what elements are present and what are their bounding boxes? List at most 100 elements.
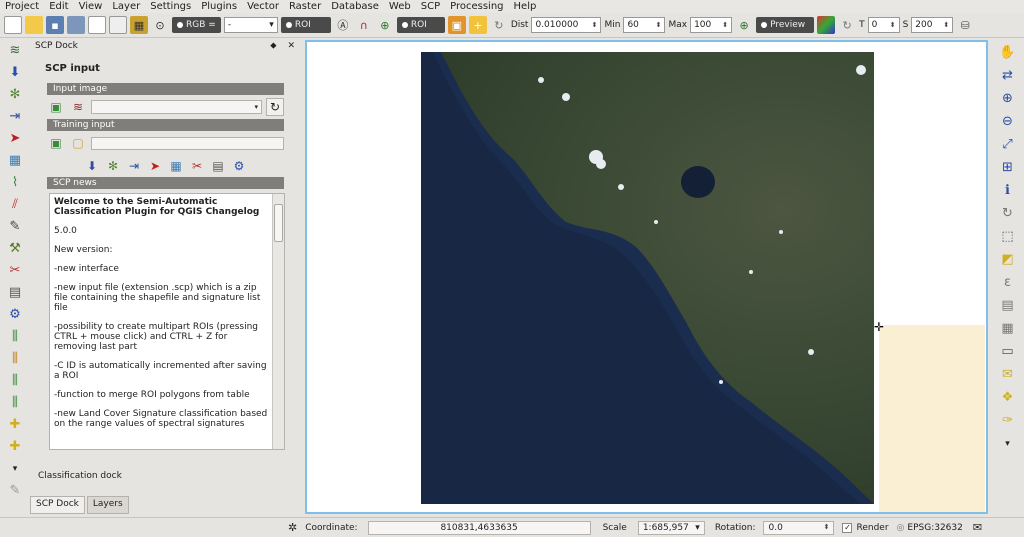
settings-gear-icon[interactable]: ⚙ bbox=[5, 305, 25, 324]
export-icon[interactable]: ➤ bbox=[5, 129, 25, 148]
redo-roi-icon[interactable]: ↻ bbox=[490, 16, 508, 34]
open-project-icon[interactable] bbox=[25, 16, 43, 34]
roi-visibility-toggle[interactable]: ROI bbox=[396, 17, 445, 33]
save-project-icon[interactable]: ▪ bbox=[46, 16, 64, 34]
roi-toggle[interactable]: ROI bbox=[280, 17, 331, 33]
new-training-icon[interactable]: ▢ bbox=[69, 134, 87, 152]
menu-plugins[interactable]: Plugins bbox=[196, 0, 242, 13]
t-spinbox[interactable]: 0 ⬍ bbox=[867, 17, 900, 33]
render-checkbox[interactable]: ✓ bbox=[842, 522, 853, 533]
accuracy-icon[interactable]: ⫼ bbox=[5, 349, 25, 368]
measure-icon[interactable]: ▭ bbox=[998, 342, 1018, 361]
scrollbar-thumb[interactable] bbox=[274, 204, 283, 242]
coordinate-field[interactable]: 810831,4633635 bbox=[367, 520, 591, 535]
refresh-icon[interactable]: ↻ bbox=[998, 204, 1018, 223]
rgb-toggle[interactable]: RGB = bbox=[172, 17, 221, 33]
zoom-to-image-icon[interactable]: ⊙ bbox=[151, 16, 169, 34]
dist-spinbox[interactable]: 0.010000 ⬍ bbox=[531, 17, 602, 33]
add-vector-icon[interactable]: ✚ bbox=[5, 415, 25, 434]
new-project-icon[interactable] bbox=[4, 16, 22, 34]
preprocessing-icon[interactable]: ✻ bbox=[104, 157, 122, 175]
composer-manager-icon[interactable] bbox=[109, 16, 127, 34]
annotation-icon[interactable]: ✑ bbox=[998, 411, 1018, 430]
menu-layer[interactable]: Layer bbox=[107, 0, 145, 13]
preview-toggle[interactable]: Preview bbox=[756, 17, 815, 33]
open-training-icon[interactable]: ▣ bbox=[47, 134, 65, 152]
min-spinbox[interactable]: 60 ⬍ bbox=[623, 17, 666, 33]
postprocessing-icon[interactable]: ▦ bbox=[5, 151, 25, 170]
rotation-spinbox[interactable]: 0.0 ⬍ bbox=[763, 520, 835, 535]
expression-icon[interactable]: ε bbox=[998, 273, 1018, 292]
redo-preview-icon[interactable]: ↻ bbox=[838, 16, 856, 34]
spectral-signature-icon[interactable]: ∩ bbox=[355, 16, 373, 34]
layers-icon[interactable]: ≋ bbox=[5, 41, 25, 60]
land-cover-icon[interactable]: ⫼ bbox=[5, 371, 25, 390]
tools-icon[interactable]: ⚒ bbox=[5, 239, 25, 258]
more-tools-chevron-icon[interactable]: ▾ bbox=[998, 434, 1018, 453]
zoom-preview-icon[interactable]: ⊕ bbox=[735, 16, 753, 34]
attribute-table-icon[interactable]: ▤ bbox=[998, 296, 1018, 315]
pan-hand-icon[interactable]: ✋ bbox=[998, 43, 1018, 62]
menu-help[interactable]: Help bbox=[509, 0, 542, 13]
settings-tools-icon[interactable]: ✂ bbox=[5, 261, 25, 280]
zoom-in-icon[interactable]: ⊕ bbox=[998, 89, 1018, 108]
identify-icon[interactable]: ℹ bbox=[998, 181, 1018, 200]
menu-processing[interactable]: Processing bbox=[445, 0, 508, 13]
postprocessing-icon[interactable]: ▦ bbox=[167, 157, 185, 175]
user-manual-icon[interactable]: ▤ bbox=[5, 283, 25, 302]
field-calculator-icon[interactable]: ▦ bbox=[998, 319, 1018, 338]
tab-scp-dock[interactable]: SCP Dock bbox=[30, 496, 85, 514]
training-input-field[interactable] bbox=[91, 136, 284, 150]
band-set-icon[interactable]: ▦ bbox=[130, 16, 148, 34]
zoom-full-icon[interactable]: ⤢ bbox=[998, 135, 1018, 154]
menu-web[interactable]: Web bbox=[384, 0, 416, 13]
input-image-combo[interactable]: ▾ bbox=[91, 100, 262, 114]
menu-database[interactable]: Database bbox=[326, 0, 384, 13]
menu-edit[interactable]: Edit bbox=[44, 0, 73, 13]
menu-project[interactable]: Project bbox=[0, 0, 44, 13]
download-icon[interactable]: ⬇ bbox=[5, 63, 25, 82]
roi-pointer-icon[interactable]: Ⓐ bbox=[334, 16, 352, 34]
user-manual-icon[interactable]: ▤ bbox=[209, 157, 227, 175]
news-scrollbar[interactable] bbox=[272, 194, 284, 449]
classification-dock-label[interactable]: Classification dock bbox=[38, 471, 122, 481]
zoom-roi-icon[interactable]: ⊕ bbox=[376, 16, 394, 34]
menu-settings[interactable]: Settings bbox=[145, 0, 196, 13]
close-icon[interactable]: ✕ bbox=[287, 41, 295, 51]
crs-label[interactable]: EPSG:32632 bbox=[907, 523, 962, 533]
scale-combo[interactable]: 1:685,957 ▾ bbox=[637, 520, 705, 535]
save-as-icon[interactable] bbox=[67, 16, 85, 34]
preprocessing-icon[interactable]: ✻ bbox=[5, 85, 25, 104]
menu-raster[interactable]: Raster bbox=[284, 0, 326, 13]
tab-layers[interactable]: Layers bbox=[86, 496, 129, 514]
export-icon[interactable]: ➤ bbox=[146, 157, 164, 175]
pan-to-selection-icon[interactable]: ⇄ bbox=[998, 66, 1018, 85]
add-roi-icon[interactable]: + bbox=[468, 16, 487, 34]
download-icon[interactable]: ⬇ bbox=[83, 157, 101, 175]
import-icon[interactable]: ⇥ bbox=[5, 107, 25, 126]
dock-float-icon[interactable]: ⬥ bbox=[270, 41, 276, 51]
select-by-expression-icon[interactable]: ◩ bbox=[998, 250, 1018, 269]
new-print-composer-icon[interactable] bbox=[88, 16, 106, 34]
batch-icon[interactable]: ✎ bbox=[5, 217, 25, 236]
classification-preview-icon[interactable] bbox=[817, 16, 836, 34]
band-calc-icon[interactable]: ⌇ bbox=[5, 173, 25, 192]
select-features-icon[interactable]: ⬚ bbox=[998, 227, 1018, 246]
spectral-plot-icon[interactable]: ⫽ bbox=[5, 195, 25, 214]
rgb-combo[interactable]: - ▾ bbox=[223, 17, 278, 33]
band-set-icon[interactable]: ≋ bbox=[69, 98, 87, 116]
refresh-icon[interactable]: ↻ bbox=[266, 98, 284, 116]
open-file-icon[interactable]: ▣ bbox=[47, 98, 65, 116]
map-canvas[interactable]: ✛ bbox=[305, 40, 988, 514]
map-tips-icon[interactable]: ✉ bbox=[998, 365, 1018, 384]
more-tools-chevron-icon[interactable]: ▾ bbox=[5, 459, 25, 478]
create-roi-icon[interactable]: ▣ bbox=[447, 16, 466, 34]
bookmark-icon[interactable]: ❖ bbox=[998, 388, 1018, 407]
menu-scp[interactable]: SCP bbox=[416, 0, 445, 13]
import-icon[interactable]: ⇥ bbox=[125, 157, 143, 175]
classification-icon[interactable]: ⫼ bbox=[5, 327, 25, 346]
messages-icon[interactable]: ✉ bbox=[973, 521, 982, 534]
class-report-icon[interactable]: ⫼ bbox=[5, 393, 25, 412]
remove-temp-files-icon[interactable]: ⛁ bbox=[956, 16, 974, 34]
coordinate-toggle-icon[interactable]: ✲ bbox=[288, 521, 297, 534]
